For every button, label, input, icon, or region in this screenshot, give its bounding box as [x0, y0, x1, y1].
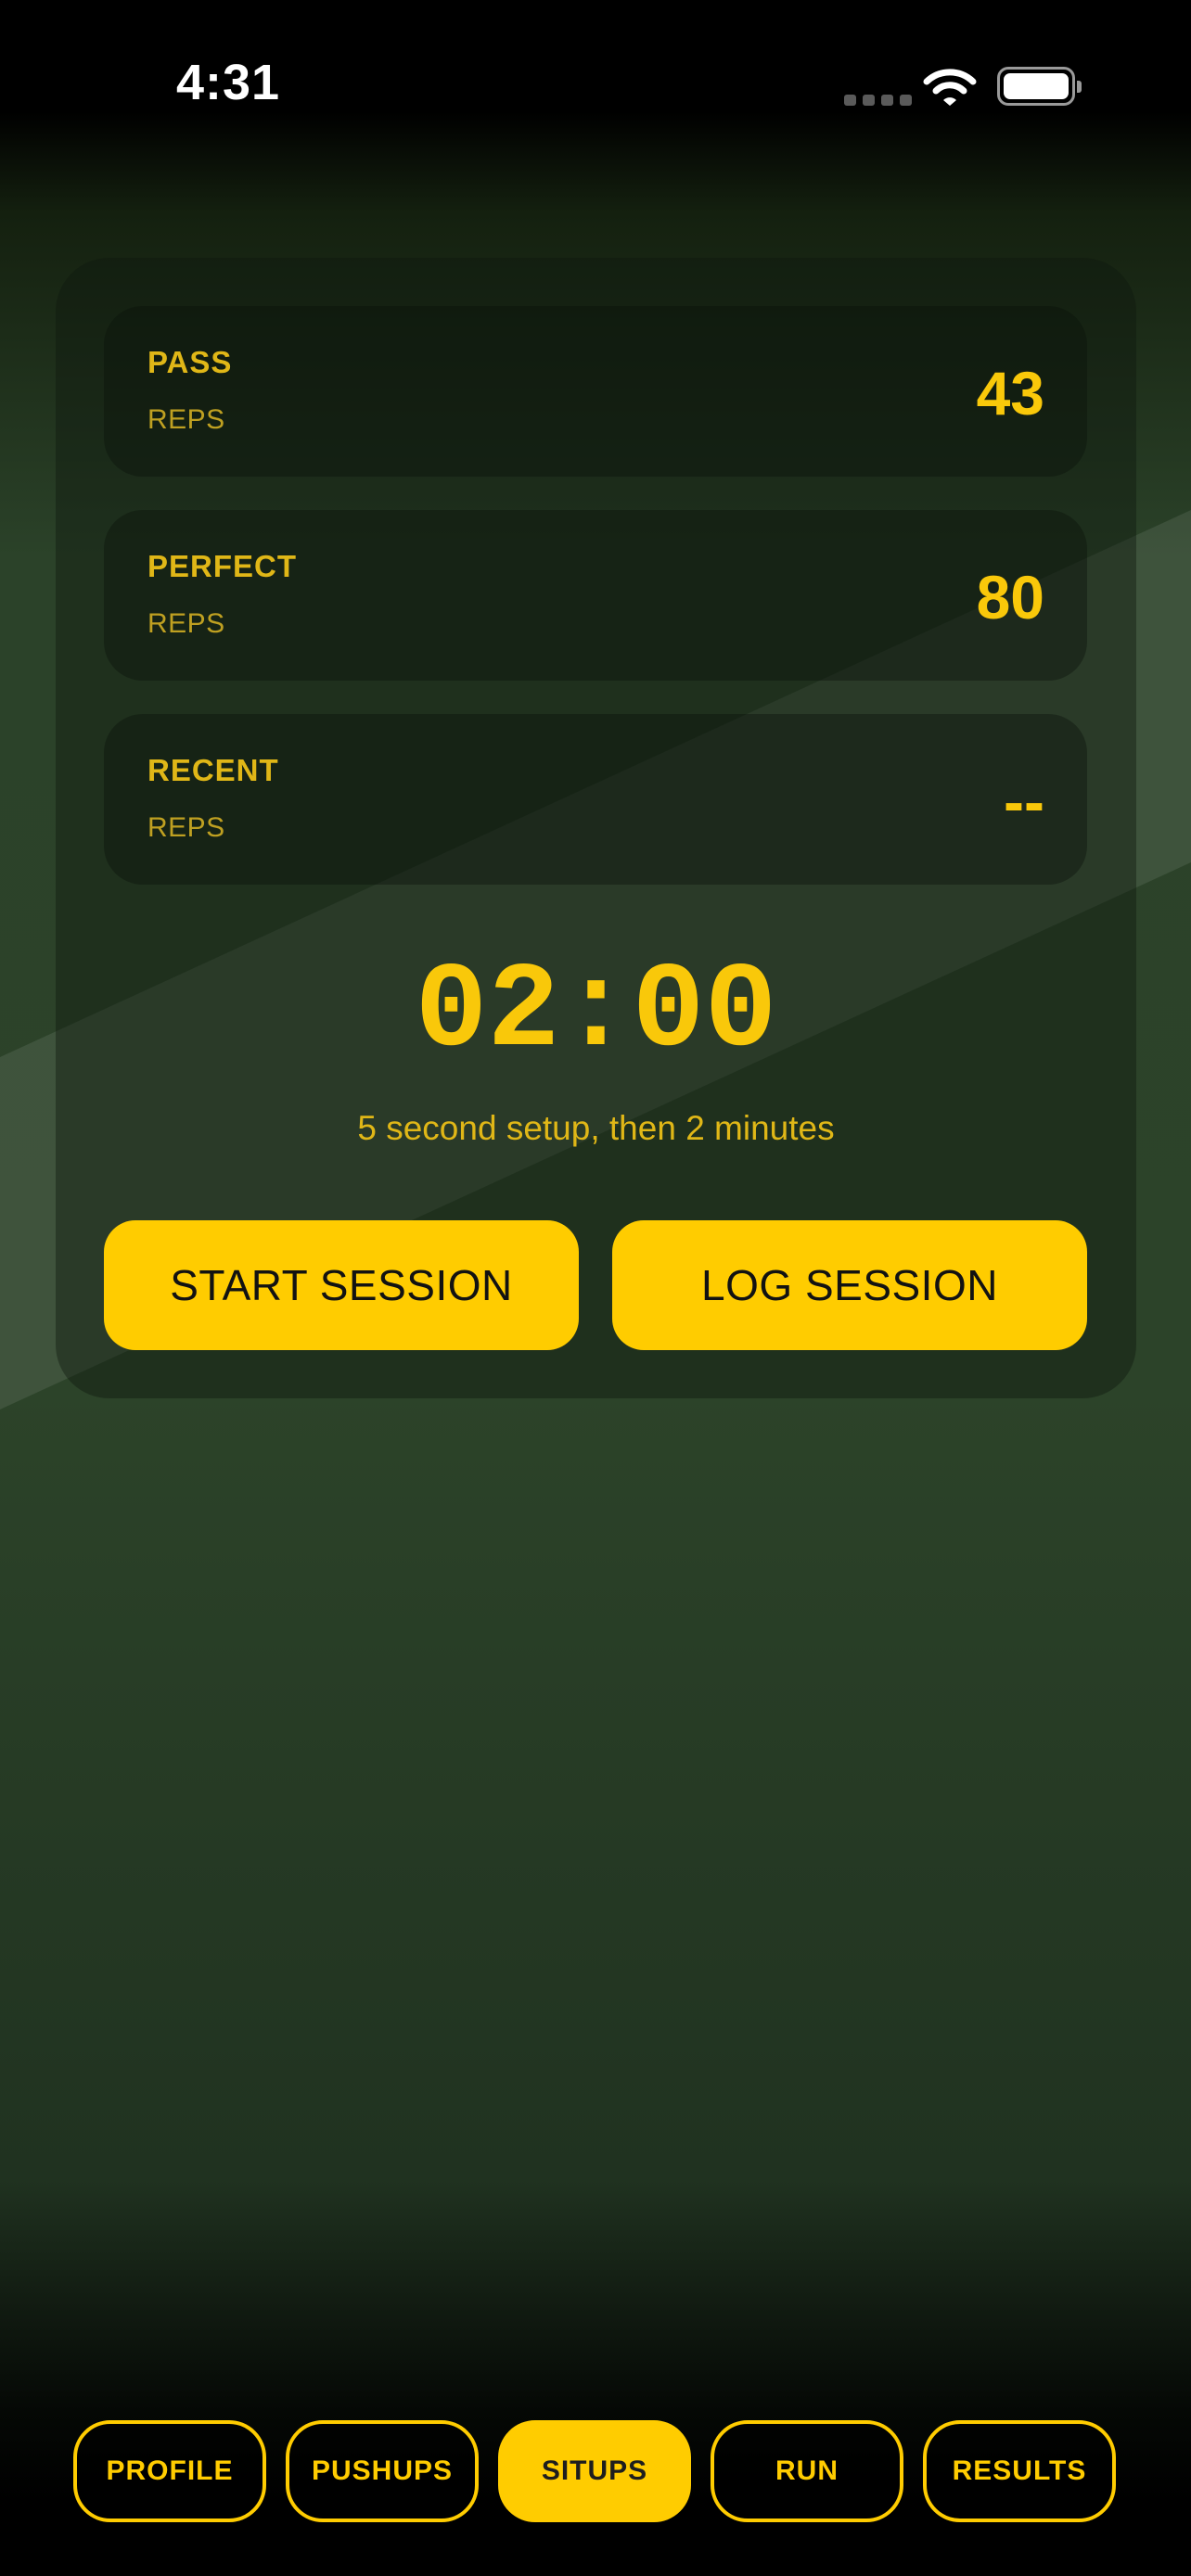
status-time: 4:31 [176, 55, 281, 110]
perfect-unit: REPS [147, 608, 225, 639]
battery-icon [997, 67, 1082, 106]
tab-results[interactable]: RESULTS [923, 2420, 1116, 2522]
tab-run[interactable]: RUN [711, 2420, 903, 2522]
timer-caption: 5 second setup, then 2 minutes [357, 1109, 835, 1147]
pass-value: 43 [976, 359, 1044, 427]
timer-display: 02:00 [415, 945, 777, 1081]
situps-card: PASS REPS 43 PERFECT REPS 80 RECENT REPS… [56, 258, 1136, 1398]
perfect-stat-row: PERFECT REPS 80 [104, 510, 1087, 681]
recent-label: RECENT [147, 753, 279, 787]
tab-pushups[interactable]: PUSHUPS [286, 2420, 479, 2522]
cellular-signal-icon [844, 95, 912, 106]
recent-unit: REPS [147, 812, 225, 843]
recent-stat-row: RECENT REPS -- [104, 714, 1087, 885]
perfect-value: 80 [976, 563, 1044, 631]
start-session-button[interactable]: START SESSION [104, 1220, 579, 1350]
recent-value: -- [1004, 767, 1044, 835]
pass-label: PASS [147, 345, 233, 379]
pass-unit: REPS [147, 404, 225, 435]
pass-stat-row: PASS REPS 43 [104, 306, 1087, 477]
perfect-label: PERFECT [147, 549, 298, 583]
log-session-button[interactable]: LOG SESSION [612, 1220, 1087, 1350]
tab-situps[interactable]: SITUPS [498, 2420, 691, 2522]
tab-profile[interactable]: PROFILE [73, 2420, 266, 2522]
wifi-icon [923, 67, 977, 112]
